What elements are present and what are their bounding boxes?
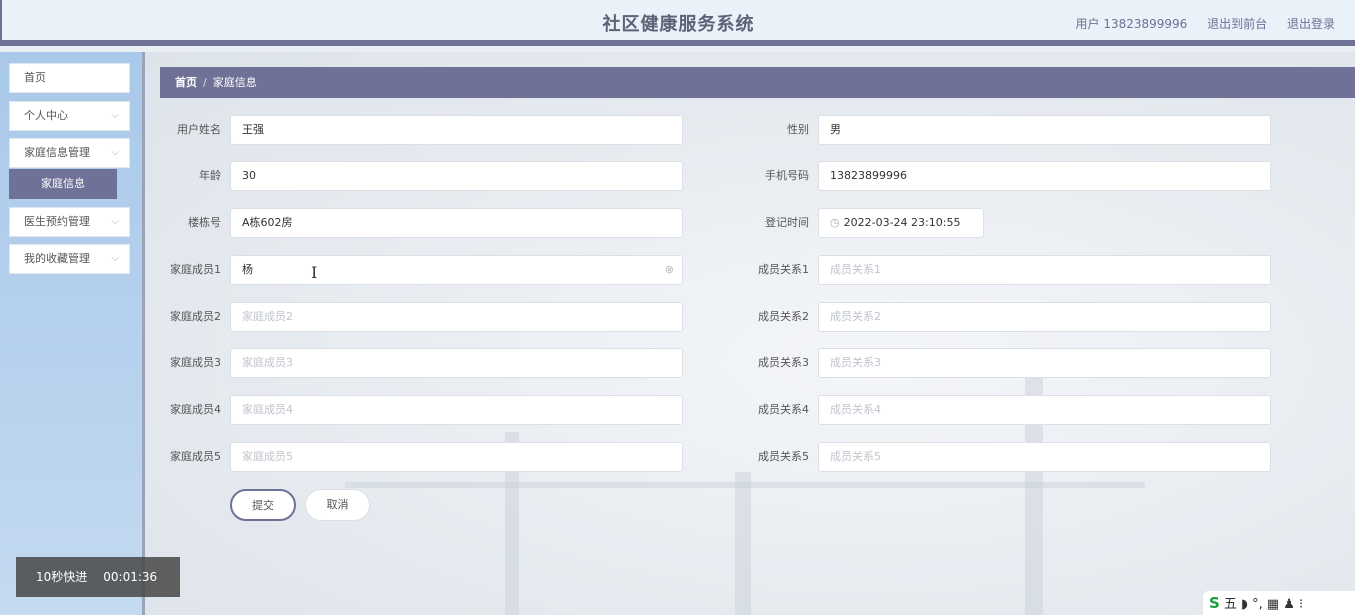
- relation5-label: 成员关系5: [758, 450, 809, 463]
- header-nav: 用户 13823899996 退出到前台 退出登录: [1060, 15, 1336, 32]
- member5-input[interactable]: 家庭成员5: [230, 442, 683, 472]
- ime-mode[interactable]: 五: [1224, 597, 1237, 612]
- sogou-logo-icon: S: [1209, 594, 1220, 612]
- phone-label: 手机号码: [765, 169, 809, 182]
- reg-time-picker[interactable]: ◷ 2022-03-24 23:10:55: [818, 208, 984, 238]
- relation2-label: 成员关系2: [758, 310, 809, 323]
- sidebar-item-personal-center[interactable]: 个人中心 ⌵: [9, 101, 130, 131]
- sidebar-item-label: 个人中心: [24, 109, 68, 122]
- user-label: 用户 13823899996: [1075, 17, 1188, 31]
- top-header: 社区健康服务系统 用户 13823899996 退出到前台 退出登录: [0, 0, 1355, 46]
- reg-time-label: 登记时间: [765, 216, 809, 229]
- relation1-input[interactable]: 成员关系1: [818, 255, 1271, 285]
- building-input[interactable]: A栋602房: [230, 208, 683, 238]
- breadcrumb: 首页 / 家庭信息: [160, 67, 1355, 98]
- chevron-down-icon: ⌵: [111, 253, 119, 264]
- member1-value: 杨: [242, 263, 253, 276]
- sidebar-item-family-info-management[interactable]: 家庭信息管理 ⌵: [9, 138, 130, 168]
- phone-input[interactable]: 13823899996: [818, 161, 1271, 191]
- video-fast-forward-overlay[interactable]: 10秒快进 00:01:36: [16, 557, 180, 597]
- ime-toolbar[interactable]: S 五 ◗ °, ▦ ♟ ⁝: [1203, 591, 1355, 615]
- breadcrumb-separator: /: [203, 76, 207, 89]
- age-input[interactable]: 30: [230, 161, 683, 191]
- chevron-down-icon: ⌵: [111, 147, 119, 158]
- text-cursor-icon: I: [311, 263, 318, 282]
- member5-label: 家庭成员5: [170, 450, 221, 463]
- background-decoration: [735, 472, 751, 615]
- username-label: 用户姓名: [177, 123, 221, 136]
- sidebar-item-label: 家庭信息管理: [24, 146, 90, 159]
- relation3-input[interactable]: 成员关系3: [818, 348, 1271, 378]
- sidebar-item-favorites-management[interactable]: 我的收藏管理 ⌵: [9, 244, 130, 274]
- member1-input[interactable]: 杨 ⊗: [230, 255, 683, 285]
- member2-label: 家庭成员2: [170, 310, 221, 323]
- age-label: 年龄: [199, 169, 221, 182]
- chevron-down-icon: ⌵: [111, 216, 119, 227]
- sidebar-item-home[interactable]: 首页: [9, 63, 130, 93]
- video-time: 00:01:36: [103, 570, 158, 584]
- gender-input[interactable]: 男: [818, 115, 1271, 145]
- username-input[interactable]: 王强: [230, 115, 683, 145]
- breadcrumb-current: 家庭信息: [212, 76, 257, 89]
- building-label: 楼栋号: [188, 216, 221, 229]
- member3-label: 家庭成员3: [170, 356, 221, 369]
- clear-icon[interactable]: ⊗: [665, 256, 674, 284]
- gender-label: 性别: [787, 123, 809, 136]
- main-content: 首页 / 家庭信息 用户姓名 王强 性别 男 年龄 30 手机号码 13823899…: [145, 52, 1355, 615]
- submit-button[interactable]: 提交: [230, 489, 296, 521]
- back-to-frontend-link[interactable]: 退出到前台: [1207, 17, 1267, 31]
- relation4-input[interactable]: 成员关系4: [818, 395, 1271, 425]
- sidebar-item-label: 我的收藏管理: [24, 252, 90, 265]
- sidebar-item-doctor-appointment[interactable]: 医生预约管理 ⌵: [9, 207, 130, 237]
- clock-icon: ◷: [830, 216, 840, 229]
- relation4-label: 成员关系4: [758, 403, 809, 416]
- fast-forward-label: 10秒快进: [36, 570, 88, 584]
- sidebar-subitem-family-info[interactable]: 家庭信息: [9, 169, 117, 199]
- relation1-label: 成员关系1: [758, 263, 809, 276]
- member3-input[interactable]: 家庭成员3: [230, 348, 683, 378]
- sidebar: 首页 个人中心 ⌵ 家庭信息管理 ⌵ 家庭信息 医生预约管理 ⌵ 我的收藏管理 …: [0, 52, 142, 615]
- reg-time-value: 2022-03-24 23:10:55: [843, 216, 961, 229]
- member1-label: 家庭成员1: [170, 263, 221, 276]
- cancel-button[interactable]: 取消: [305, 489, 370, 521]
- member4-label: 家庭成员4: [170, 403, 221, 416]
- chevron-down-icon: ⌵: [111, 110, 119, 121]
- member2-input[interactable]: 家庭成员2: [230, 302, 683, 332]
- member4-input[interactable]: 家庭成员4: [230, 395, 683, 425]
- relation2-input[interactable]: 成员关系2: [818, 302, 1271, 332]
- relation3-label: 成员关系3: [758, 356, 809, 369]
- relation5-input[interactable]: 成员关系5: [818, 442, 1271, 472]
- logout-link[interactable]: 退出登录: [1287, 17, 1335, 31]
- ime-tool-icons[interactable]: ◗ °, ▦ ♟ ⁝: [1241, 597, 1303, 612]
- breadcrumb-home[interactable]: 首页: [175, 76, 197, 89]
- background-decoration: [345, 482, 1145, 488]
- sidebar-item-label: 首页: [24, 71, 46, 84]
- sidebar-item-label: 医生预约管理: [24, 215, 90, 228]
